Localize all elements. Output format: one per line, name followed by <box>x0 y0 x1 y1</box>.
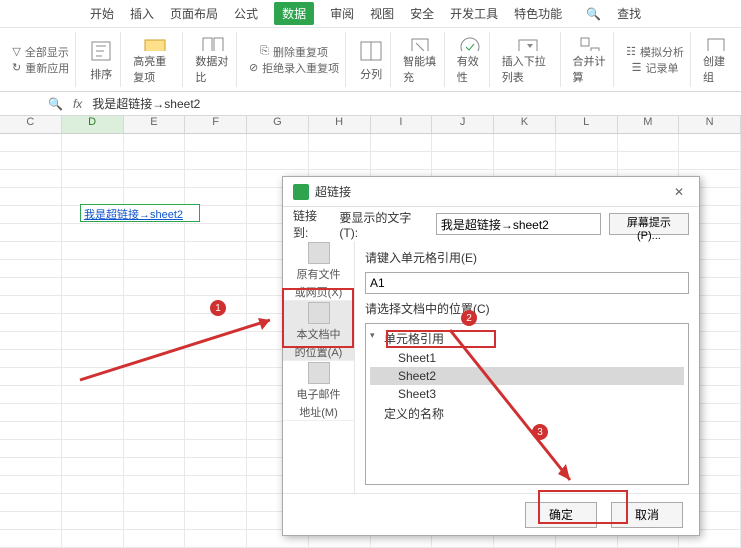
formula-bar: 🔍 fx 我是超链接→sheet2 <box>0 92 741 116</box>
fx-label[interactable]: fx <box>73 97 82 111</box>
col-N[interactable]: N <box>679 116 741 133</box>
group-icon <box>703 34 729 51</box>
menu-feature[interactable]: 特色功能 <box>514 5 562 22</box>
doc-location-icon <box>308 302 330 324</box>
side-place-in-doc[interactable]: 本文档中 的位置(A) <box>283 301 354 361</box>
hyperlink-cell[interactable]: 我是超链接→sheet2 <box>80 204 200 222</box>
menu-view[interactable]: 视图 <box>370 5 394 22</box>
tree-cell-ref[interactable]: 单元格引用 <box>370 328 684 349</box>
dropdown-icon <box>515 34 541 51</box>
sort-icon <box>88 38 114 64</box>
ribbon-group[interactable]: 创建组 <box>703 53 729 85</box>
ribbon-del-dup[interactable]: 删除重复项 <box>273 44 328 60</box>
split-icon <box>358 38 384 64</box>
ribbon-smartfill[interactable]: 智能填充 <box>403 53 438 85</box>
consolidate-icon <box>577 34 603 51</box>
cell-ref-input[interactable] <box>365 272 689 294</box>
ribbon-validity[interactable]: 有效性 <box>457 53 483 85</box>
ribbon-reapply[interactable]: 重新应用 <box>25 60 69 76</box>
menu-dev[interactable]: 开发工具 <box>450 5 498 22</box>
menu-layout[interactable]: 页面布局 <box>170 5 218 22</box>
ribbon-reject-dup[interactable]: 拒绝录入重复项 <box>262 60 339 76</box>
dialog-title: 超链接 <box>315 183 351 200</box>
menu-find[interactable]: 查找 <box>617 5 641 22</box>
dialog-icon <box>293 184 309 200</box>
dialog-buttons: 确定 取消 <box>283 493 699 535</box>
highlight-dup-icon <box>142 34 168 51</box>
ribbon-dropdown[interactable]: 插入下拉列表 <box>502 53 554 85</box>
smartfill-icon <box>407 34 433 51</box>
side-email[interactable]: 电子邮件 地址(M) <box>283 361 354 421</box>
col-F[interactable]: F <box>185 116 247 133</box>
cancel-button[interactable]: 取消 <box>611 502 683 528</box>
ribbon-split[interactable]: 分列 <box>360 66 382 82</box>
menu-data[interactable]: 数据 <box>274 2 314 25</box>
menu-insert[interactable]: 插入 <box>130 5 154 22</box>
file-web-icon <box>308 242 330 264</box>
formula-value[interactable]: 我是超链接→sheet2 <box>92 95 693 112</box>
col-G[interactable]: G <box>247 116 309 133</box>
menu-formula[interactable]: 公式 <box>234 5 258 22</box>
ribbon-record[interactable]: 记录单 <box>645 60 678 76</box>
dialog-main: 请键入单元格引用(E) 请选择文档中的位置(C) 单元格引用 Sheet1 Sh… <box>355 241 699 493</box>
ribbon-highlight-dup[interactable]: 高亮重复项 <box>133 53 176 85</box>
menu-security[interactable]: 安全 <box>410 5 434 22</box>
menu-review[interactable]: 审阅 <box>330 5 354 22</box>
cell-ref-label: 请键入单元格引用(E) <box>365 249 689 266</box>
ribbon-showall[interactable]: 全部显示 <box>25 44 69 60</box>
side-existing-file[interactable]: 原有文件 或网页(X) <box>283 241 354 301</box>
link-to-row: 链接到: 要显示的文字(T): 屏幕提示(P)... <box>283 207 699 241</box>
fx-icon[interactable]: 🔍 <box>48 97 63 111</box>
ribbon-whatif[interactable]: 模拟分析 <box>640 44 684 60</box>
col-E[interactable]: E <box>124 116 186 133</box>
ribbon-compare[interactable]: 数据对比 <box>195 53 230 85</box>
location-tree[interactable]: 单元格引用 Sheet1 Sheet2 Sheet3 定义的名称 <box>365 323 689 485</box>
validity-icon <box>457 34 483 51</box>
compare-icon <box>200 34 226 51</box>
link-type-sidebar: 原有文件 或网页(X) 本文档中 的位置(A) 电子邮件 地址(M) <box>283 241 355 493</box>
display-text-input[interactable] <box>436 213 601 235</box>
col-L[interactable]: L <box>556 116 618 133</box>
col-D[interactable]: D <box>62 116 124 133</box>
tree-sheet3[interactable]: Sheet3 <box>370 385 684 403</box>
col-J[interactable]: J <box>432 116 494 133</box>
close-button[interactable]: ✕ <box>669 182 689 202</box>
link-to-label: 链接到: <box>293 207 331 241</box>
tree-defined-names[interactable]: 定义的名称 <box>370 403 684 424</box>
tree-sheet2[interactable]: Sheet2 <box>370 367 684 385</box>
menu-start[interactable]: 开始 <box>90 5 114 22</box>
col-I[interactable]: I <box>371 116 433 133</box>
menu-bar: 开始 插入 页面布局 公式 数据 审阅 视图 安全 开发工具 特色功能 🔍 查找 <box>0 0 741 28</box>
ok-button[interactable]: 确定 <box>525 502 597 528</box>
column-headers: C D E F G H I J K L M N <box>0 116 741 134</box>
col-K[interactable]: K <box>494 116 556 133</box>
col-M[interactable]: M <box>618 116 680 133</box>
email-icon <box>308 362 330 384</box>
col-H[interactable]: H <box>309 116 371 133</box>
ribbon: ▽全部显示 ↻重新应用 排序 高亮重复项 数据对比 ⎘删除重复项 ⊘拒绝录入重复… <box>0 28 741 92</box>
tree-label: 请选择文档中的位置(C) <box>365 300 689 317</box>
dialog-titlebar[interactable]: 超链接 ✕ <box>283 177 699 207</box>
ribbon-sort[interactable]: 排序 <box>90 66 112 82</box>
hyperlink-dialog: 超链接 ✕ 链接到: 要显示的文字(T): 屏幕提示(P)... 原有文件 或网… <box>282 176 700 536</box>
col-C[interactable]: C <box>0 116 62 133</box>
ribbon-consolidate[interactable]: 合并计算 <box>573 53 608 85</box>
tree-sheet1[interactable]: Sheet1 <box>370 349 684 367</box>
display-label: 要显示的文字(T): <box>339 209 427 240</box>
screen-tip-button[interactable]: 屏幕提示(P)... <box>609 213 689 235</box>
